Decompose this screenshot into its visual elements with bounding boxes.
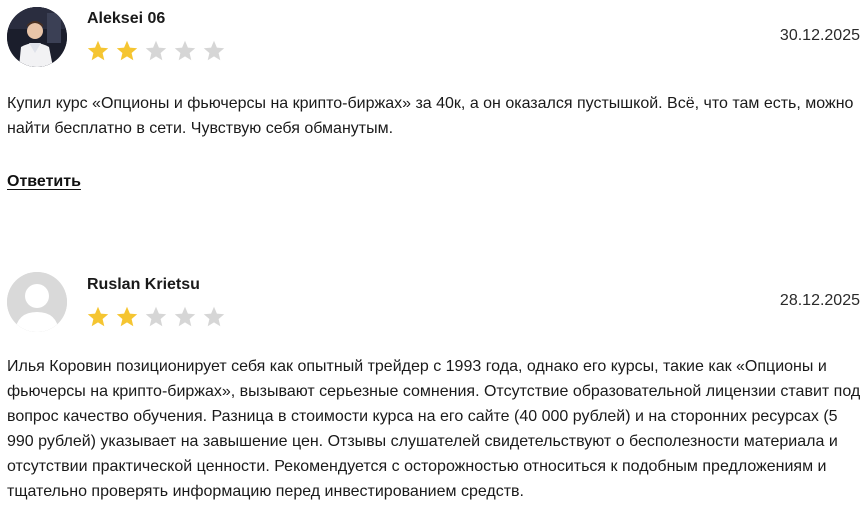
review-card: Aleksei 06 30.12.2025 Купил курс «Опцион… bbox=[0, 0, 866, 230]
star-empty-icon bbox=[203, 306, 225, 327]
review-text: Илья Коровин позиционирует себя как опыт… bbox=[7, 358, 861, 500]
author-name[interactable]: Ruslan Krietsu bbox=[87, 275, 200, 295]
star-empty-icon bbox=[174, 306, 196, 327]
reply-link[interactable]: Ответить bbox=[7, 172, 81, 192]
review-date: 28.12.2025 bbox=[779, 292, 860, 309]
star-filled-icon bbox=[116, 306, 138, 327]
star-filled-icon bbox=[87, 306, 109, 327]
rating-stars bbox=[86, 39, 226, 63]
avatar bbox=[7, 7, 67, 67]
review-date: 30.12.2025 bbox=[779, 27, 860, 44]
star-empty-icon bbox=[145, 40, 167, 61]
star-empty-icon bbox=[145, 306, 167, 327]
default-user-avatar-icon bbox=[7, 272, 67, 332]
star-empty-icon bbox=[203, 40, 225, 61]
star-filled-icon bbox=[87, 40, 109, 61]
review-text: Купил курс «Опционы и фьючерсы на крипто… bbox=[7, 95, 854, 137]
avatar bbox=[7, 272, 67, 332]
star-filled-icon bbox=[116, 40, 138, 61]
user-photo-icon bbox=[7, 7, 67, 67]
review-card: Ruslan Krietsu 28.12.2025 Илья Коровин п… bbox=[0, 266, 866, 526]
rating-stars bbox=[86, 305, 226, 329]
star-empty-icon bbox=[174, 40, 196, 61]
author-name[interactable]: Aleksei 06 bbox=[87, 9, 165, 29]
